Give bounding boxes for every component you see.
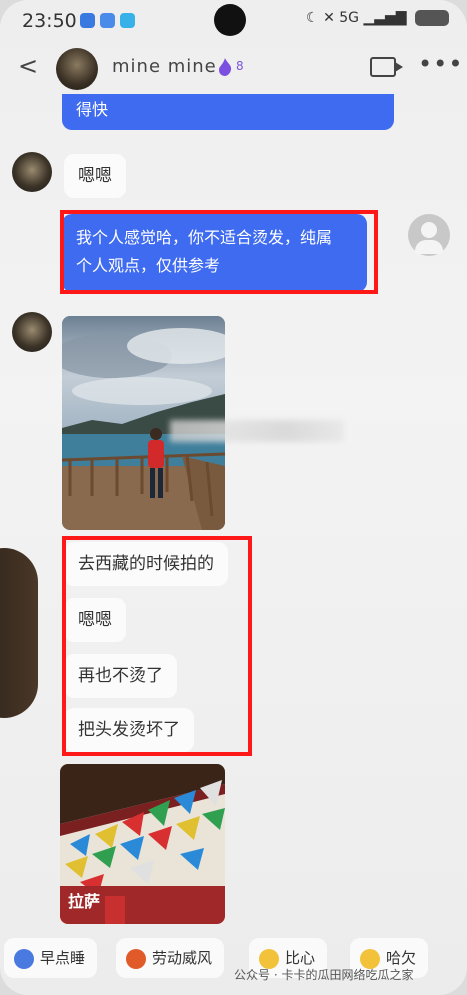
contact-level: 8 — [236, 59, 244, 73]
message-bubble-out[interactable]: 得快 — [62, 94, 394, 130]
quick-reply-labor[interactable]: 劳动威风 — [116, 938, 225, 978]
contact-avatar[interactable] — [56, 48, 98, 90]
message-bubble-in[interactable]: 嗯嗯 — [64, 154, 126, 198]
mute-icon: ✕ — [323, 10, 335, 26]
watermark-text: 公众号 · 卡卡的瓜田网络吃瓜之家 — [234, 968, 414, 982]
photo-sign-text: 拉萨 — [68, 892, 101, 911]
finger-overlay — [0, 548, 38, 718]
blurred-region — [170, 420, 344, 442]
notification-icon — [100, 13, 115, 28]
message-text: 嗯嗯 — [78, 166, 112, 186]
battery-icon — [415, 10, 449, 26]
highlight-box — [60, 210, 378, 294]
chat-header: < mine mine 8 ••• — [0, 42, 467, 92]
contact-name[interactable]: mine mine — [112, 56, 217, 77]
status-time: 23:50 — [22, 10, 77, 32]
notification-icon — [80, 13, 95, 28]
back-icon[interactable]: < — [18, 52, 38, 80]
quick-reply-label: 早点睡 — [40, 949, 86, 967]
status-bar: 23:50 ☾ ✕ 5G ▁▃▅▇ — [0, 0, 467, 42]
more-icon[interactable]: ••• — [418, 50, 463, 78]
sender-avatar[interactable] — [12, 312, 52, 352]
my-avatar[interactable] — [408, 214, 450, 256]
signal-label: 5G — [339, 10, 360, 26]
highlight-box — [62, 536, 252, 756]
quick-reply-label: 比心 — [285, 949, 316, 967]
chat-screen: 23:50 ☾ ✕ 5G ▁▃▅▇ < mine mine 8 ••• 得快 嗯… — [0, 0, 467, 995]
sender-avatar[interactable] — [12, 152, 52, 192]
message-text: 得快 — [76, 100, 109, 119]
video-call-icon[interactable] — [370, 57, 403, 77]
crab-emoji-icon — [126, 948, 146, 969]
moon-emoji-icon — [14, 948, 34, 969]
moon-icon: ☾ — [306, 10, 319, 26]
front-camera — [214, 4, 246, 36]
signal-icon: ▁▃▅▇ — [363, 10, 407, 26]
quick-reply-label: 哈欠 — [386, 949, 417, 967]
flame-icon — [219, 58, 232, 76]
quick-reply-label: 劳动威风 — [152, 949, 213, 967]
notification-icon — [120, 13, 135, 28]
status-right: ☾ ✕ 5G ▁▃▅▇ — [306, 10, 449, 26]
image-message-flags[interactable]: 拉萨 — [60, 764, 225, 924]
quick-reply-early-sleep[interactable]: 早点睡 — [4, 938, 98, 978]
